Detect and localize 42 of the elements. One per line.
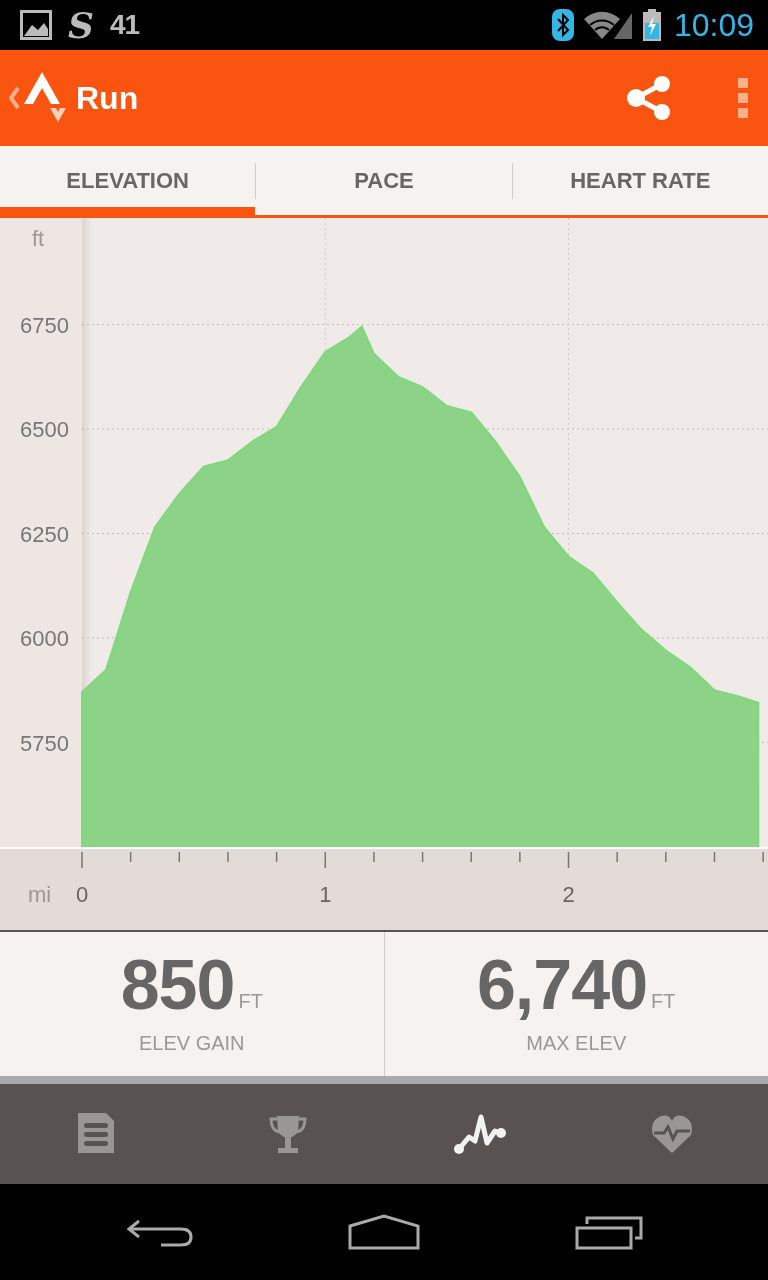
notification-count: 41 xyxy=(110,8,140,42)
battery-icon xyxy=(641,9,662,41)
home-icon xyxy=(348,1214,420,1250)
tab[interactable]: ELEVATION xyxy=(0,146,256,215)
trophy-icon xyxy=(269,1114,307,1154)
recent-apps-icon xyxy=(574,1214,643,1250)
back-chevron-icon xyxy=(8,86,20,110)
activity-chart-icon xyxy=(453,1113,507,1155)
stat-label: ELEV GAIN xyxy=(138,1031,245,1056)
x-axis-label: mi xyxy=(28,882,52,907)
stat-label: MAX ELEV xyxy=(526,1031,627,1056)
y-tick-label: 6000 xyxy=(20,626,69,651)
logo-icon xyxy=(24,72,68,124)
heart-rate-icon xyxy=(651,1113,693,1155)
x-tick-label: 2 xyxy=(562,882,575,907)
share-icon xyxy=(626,76,672,120)
bluetooth-icon xyxy=(551,9,574,41)
menu-icon xyxy=(738,78,748,118)
tab[interactable]: HEART RATE xyxy=(512,146,768,215)
document-icon xyxy=(76,1113,116,1155)
screen-title: Run xyxy=(76,79,139,118)
y-tick-label: 5750 xyxy=(20,730,69,756)
y-tick-label: 6750 xyxy=(20,312,69,338)
tab[interactable]: PACE xyxy=(256,146,512,215)
y-axis-label: ft xyxy=(32,226,45,251)
up-logo-button[interactable] xyxy=(8,72,68,124)
share-button[interactable] xyxy=(626,76,672,120)
y-tick-label: 6250 xyxy=(20,521,69,547)
overflow-menu-button[interactable] xyxy=(738,78,748,118)
signal-icon xyxy=(581,9,634,41)
app-notification-letter: S xyxy=(68,7,94,43)
picture-icon xyxy=(20,10,52,40)
recent-apps-button[interactable] xyxy=(574,1214,643,1250)
stat-value: 850 xyxy=(120,950,235,1020)
home-button[interactable] xyxy=(348,1214,420,1250)
stat-unit: FT xyxy=(238,989,263,1014)
clock: 10:09 xyxy=(673,6,754,45)
x-tick-label: 0 xyxy=(75,882,89,907)
stat-unit: FT xyxy=(651,989,676,1014)
stat-value: 6,740 xyxy=(476,950,648,1020)
x-tick-label: 1 xyxy=(319,882,332,907)
y-tick-label: 6500 xyxy=(20,417,69,442)
